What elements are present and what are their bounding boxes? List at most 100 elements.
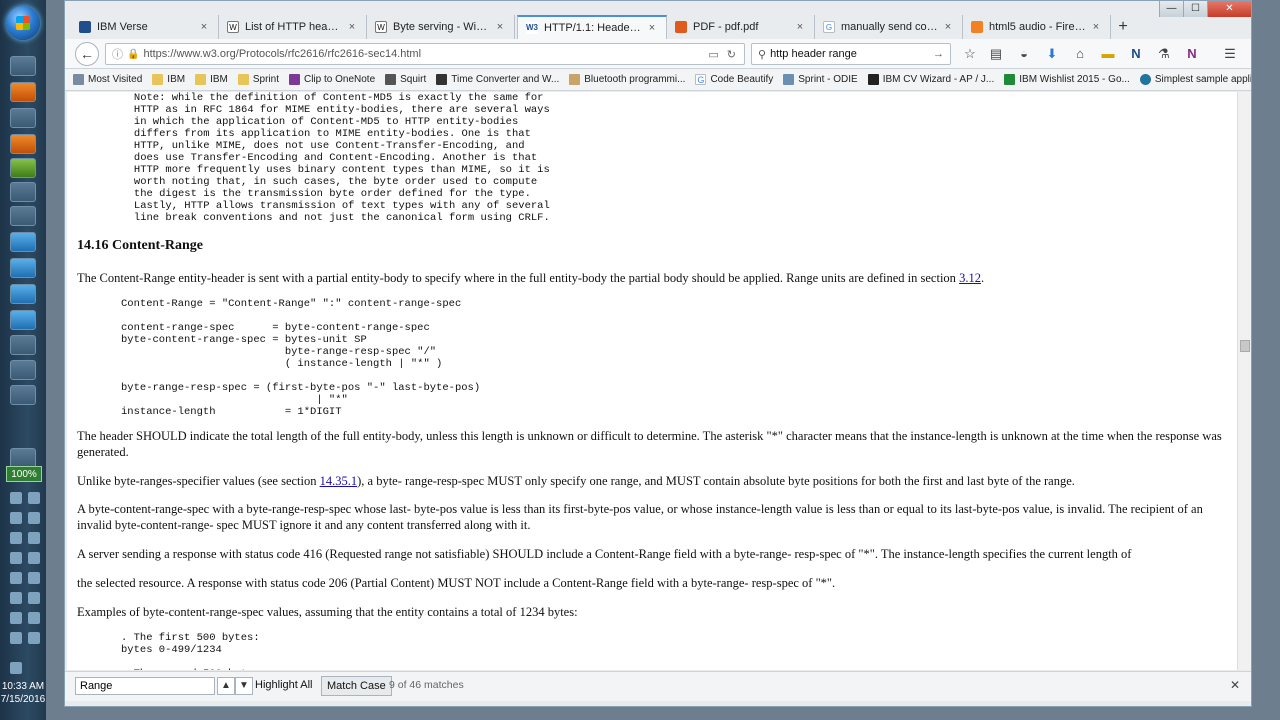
scrollbar-thumb[interactable] xyxy=(1240,340,1250,352)
tab-ibm-verse[interactable]: IBM Verse × xyxy=(71,15,219,39)
tab-http-header-list[interactable]: W List of HTTP header fi... × xyxy=(219,15,367,39)
new-tab-button[interactable]: + xyxy=(1113,17,1133,37)
taskbar-app-icon[interactable] xyxy=(10,108,36,128)
bookmark-star-icon[interactable]: ☆ xyxy=(961,45,979,63)
bookmark-squirt[interactable]: Squirt xyxy=(385,74,426,85)
taskbar-outlook-icon[interactable] xyxy=(10,284,36,304)
bookmark-simplest-sample[interactable]: Simplest sample appli... xyxy=(1139,74,1251,85)
close-icon[interactable]: × xyxy=(492,21,508,33)
close-icon[interactable]: × xyxy=(940,21,956,33)
tray-icon[interactable] xyxy=(28,552,40,564)
section-link-14-35-1[interactable]: 14.35.1 xyxy=(320,474,358,488)
extension-icon[interactable]: ⚗ xyxy=(1155,45,1173,63)
tray-icon[interactable] xyxy=(10,632,22,644)
bookmark-folder-ibm[interactable]: IBM xyxy=(152,74,185,85)
section-link-3-12[interactable]: 3.12 xyxy=(959,271,981,285)
tray-icon[interactable] xyxy=(28,632,40,644)
lock-icon[interactable]: 🔒 xyxy=(127,49,139,60)
ibm-icon xyxy=(867,74,879,85)
tray-icon[interactable] xyxy=(28,592,40,604)
url-text[interactable]: https://www.w3.org/Protocols/rfc2616/rfc… xyxy=(143,48,708,60)
taskbar-app-icon[interactable] xyxy=(10,448,36,468)
bookmark-folder-ibm[interactable]: IBM xyxy=(195,74,228,85)
bookmarks-menu-icon[interactable]: ▤ xyxy=(987,45,1005,63)
close-icon[interactable]: × xyxy=(1088,21,1104,33)
reader-view-icon[interactable]: ▭ xyxy=(708,48,718,61)
extension-icon[interactable]: ▬ xyxy=(1099,45,1117,63)
bookmark-label: Simplest sample appli... xyxy=(1154,74,1251,85)
hamburger-menu-icon[interactable]: ☰ xyxy=(1221,45,1239,63)
find-next-button[interactable]: ▼ xyxy=(235,677,253,695)
close-find-bar-icon[interactable]: ✕ xyxy=(1227,677,1243,693)
bookmark-code-beautify[interactable]: G Code Beautify xyxy=(695,74,773,85)
taskbar-chrome-icon[interactable] xyxy=(10,82,36,102)
tray-icon[interactable] xyxy=(10,612,22,624)
taskbar-app-icon[interactable] xyxy=(10,385,36,405)
bookmark-most-visited[interactable]: Most Visited xyxy=(73,74,142,85)
taskbar-app-icon[interactable] xyxy=(10,182,36,202)
pocket-icon[interactable]: ◒ xyxy=(1015,45,1033,63)
onenote-icon[interactable]: N xyxy=(1183,45,1201,63)
tab-bar: IBM Verse × W List of HTTP header fi... … xyxy=(65,15,1195,39)
match-case-toggle[interactable]: Match Case xyxy=(321,676,392,696)
close-icon[interactable]: × xyxy=(344,21,360,33)
grammar-code-block: Content-Range = "Content-Range" ":" cont… xyxy=(121,298,481,418)
tray-icon[interactable] xyxy=(28,532,40,544)
info-icon[interactable]: ⓘ xyxy=(112,46,123,62)
url-bar[interactable]: ⓘ 🔒 https://www.w3.org/Protocols/rfc2616… xyxy=(105,43,745,65)
bookmark-ibm-cv-wizard[interactable]: IBM CV Wizard - AP / J... xyxy=(867,74,994,85)
battery-indicator[interactable]: 100% xyxy=(6,466,42,482)
reload-icon[interactable]: ↻ xyxy=(727,48,736,61)
highlight-all-toggle[interactable]: Highlight All xyxy=(255,679,312,691)
tab-byte-serving[interactable]: W Byte serving - Wikipe... × xyxy=(367,15,515,39)
tray-icon[interactable] xyxy=(28,492,40,504)
close-window-button[interactable]: ✕ xyxy=(1207,1,1251,17)
tray-icon[interactable] xyxy=(10,592,22,604)
tray-icon[interactable] xyxy=(10,492,22,504)
bookmark-clip-to-onenote[interactable]: Clip to OneNote xyxy=(288,74,375,85)
tray-icon[interactable] xyxy=(28,612,40,624)
extension-n-icon[interactable]: N xyxy=(1127,45,1145,63)
start-button[interactable] xyxy=(6,6,40,40)
volume-icon[interactable] xyxy=(10,662,22,674)
pdf-icon xyxy=(675,21,687,33)
search-bar[interactable]: ⚲ http header range → xyxy=(751,43,951,65)
tab-pdf[interactable]: PDF - pdf.pdf × xyxy=(667,15,815,39)
tray-icon[interactable] xyxy=(10,532,22,544)
tab-html5-audio[interactable]: html5 audio - Firefox i... × xyxy=(963,15,1111,39)
search-input[interactable]: http header range xyxy=(770,48,933,60)
taskbar-app-icon[interactable] xyxy=(10,360,36,380)
taskbar-app-icon[interactable] xyxy=(10,310,36,330)
taskbar-skype-icon[interactable] xyxy=(10,232,36,252)
close-icon[interactable]: × xyxy=(644,22,660,34)
page-scrollbar[interactable] xyxy=(1237,92,1251,670)
search-go-icon[interactable]: → xyxy=(933,48,944,60)
taskbar-app-icon[interactable] xyxy=(10,56,36,76)
tray-icon[interactable] xyxy=(28,512,40,524)
bookmark-ibm-wishlist[interactable]: IBM Wishlist 2015 - Go... xyxy=(1004,74,1130,85)
tray-icon[interactable] xyxy=(10,512,22,524)
bookmark-folder-sprint[interactable]: Sprint xyxy=(237,74,279,85)
tray-icon[interactable] xyxy=(28,572,40,584)
tab-http-header-fields[interactable]: W3 HTTP/1.1: Header Fiel... × xyxy=(517,15,667,39)
taskbar-firefox-icon[interactable] xyxy=(10,134,36,154)
taskbar-app-icon[interactable] xyxy=(10,206,36,226)
bookmark-sprint-odie[interactable]: Sprint - ODIE xyxy=(783,74,858,85)
tray-icon[interactable] xyxy=(10,552,22,564)
taskbar-skype-icon[interactable] xyxy=(10,258,36,278)
taskbar-notepad-icon[interactable] xyxy=(10,158,36,178)
close-icon[interactable]: × xyxy=(196,21,212,33)
find-previous-button[interactable]: ▲ xyxy=(217,677,235,695)
system-clock[interactable]: 10:33 AM 7/15/2016 xyxy=(0,680,46,706)
bookmark-time-converter[interactable]: Time Converter and W... xyxy=(436,74,559,85)
tray-icon[interactable] xyxy=(10,572,22,584)
find-bar: ▲ ▼ Highlight All Match Case 9 of 46 mat… xyxy=(65,671,1251,701)
back-button[interactable]: ← xyxy=(75,42,99,66)
home-icon[interactable]: ⌂ xyxy=(1071,45,1089,63)
taskbar-settings-icon[interactable] xyxy=(10,335,36,355)
downloads-icon[interactable]: ⬇ xyxy=(1043,45,1061,63)
bookmark-bluetooth[interactable]: Bluetooth programmi... xyxy=(569,74,685,85)
close-icon[interactable]: × xyxy=(792,21,808,33)
tab-google-search[interactable]: G manually send conte... × xyxy=(815,15,963,39)
find-input[interactable] xyxy=(75,677,215,695)
